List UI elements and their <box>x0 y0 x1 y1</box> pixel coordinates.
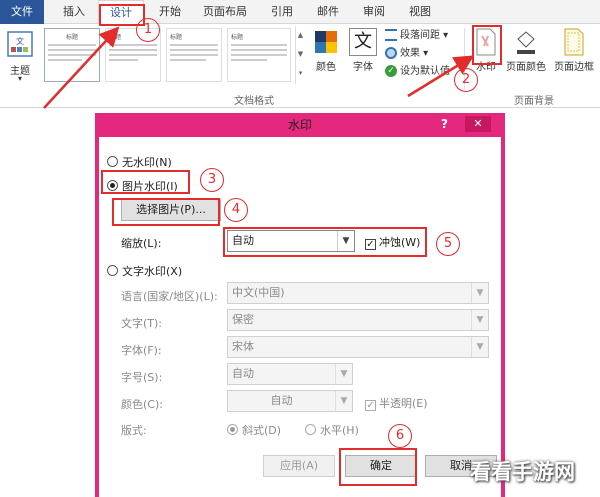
tab-insert[interactable]: 插入 <box>56 0 92 24</box>
fonts-icon: 文 <box>349 28 377 56</box>
theme-dropdown-icon: ▾ <box>17 74 22 83</box>
text-label: 文字(T): <box>121 317 163 330</box>
radio-icon[interactable] <box>305 424 316 435</box>
style-gallery-item[interactable]: 标题 <box>227 28 291 82</box>
chevron-down-icon[interactable]: ▼ <box>471 310 488 330</box>
language-value: 中文(中国) <box>232 286 285 299</box>
colors-button[interactable]: 颜色 <box>312 26 340 86</box>
step-number: 4 <box>224 198 248 222</box>
tab-page-layout[interactable]: 页面布局 <box>196 0 254 24</box>
horizontal-option[interactable]: 水平(H) <box>305 422 359 438</box>
size-label: 字号(S): <box>121 371 163 384</box>
fonts-button[interactable]: 文 字体 <box>347 26 379 86</box>
text-watermark-label: 文字水印(X) <box>122 265 183 278</box>
page-color-button[interactable]: 页面颜色 <box>504 26 548 86</box>
color-select[interactable]: 自动 ▼ <box>227 390 353 412</box>
gallery-down-icon[interactable]: ▼ <box>296 45 305 64</box>
effects-icon <box>385 47 397 59</box>
language-label: 语言(国家/地区)(L): <box>121 290 218 303</box>
paint-bucket-icon <box>517 31 535 54</box>
style-gallery-item-title: 标题 <box>65 34 78 41</box>
checkmark-circle-icon: ✓ <box>385 65 397 77</box>
language-select[interactable]: 中文(中国) ▼ <box>227 282 489 304</box>
highlight-picture-watermark <box>101 170 190 194</box>
paragraph-spacing-icon <box>385 29 397 41</box>
tab-file[interactable]: 文件 <box>0 0 44 24</box>
page-border-button[interactable]: 页面边框 <box>550 26 598 86</box>
step-number: 2 <box>454 68 478 92</box>
chevron-down-icon[interactable]: ▼ <box>335 391 352 411</box>
tab-mailings[interactable]: 邮件 <box>308 0 348 24</box>
theme-icon: 文 <box>7 31 33 57</box>
layout-label: 版式: <box>121 424 147 437</box>
diagonal-option[interactable]: 斜式(D) <box>227 422 281 438</box>
set-default-button[interactable]: ✓ 设为默认值 <box>385 64 450 80</box>
size-select[interactable]: 自动 ▼ <box>227 363 353 385</box>
ribbon-panel: 文 主题 ▾ 标题 标题 标题 标题 ▲ ▼ ▾ 颜色 文 字体 段落间距 ▾ … <box>0 24 600 108</box>
paragraph-spacing-button[interactable]: 段落间距 ▾ <box>385 28 448 44</box>
step-number: 3 <box>200 168 224 192</box>
gallery-more-icon[interactable]: ▾ <box>296 64 305 83</box>
style-gallery-item[interactable]: 标题 <box>44 28 100 82</box>
radio-icon[interactable] <box>107 265 118 276</box>
page-border-icon <box>564 28 584 56</box>
font-value: 宋体 <box>232 340 254 353</box>
style-gallery-item-title: 标题 <box>231 34 244 41</box>
horizontal-label: 水平(H) <box>320 424 359 437</box>
site-watermark: 看看手游网 <box>470 460 575 484</box>
step-number: 6 <box>388 424 412 448</box>
effects-button[interactable]: 效果 ▾ <box>385 46 428 62</box>
chevron-down-icon[interactable]: ▼ <box>335 364 352 384</box>
font-select[interactable]: 宋体 ▼ <box>227 336 489 358</box>
chevron-down-icon[interactable]: ▼ <box>471 283 488 303</box>
highlight-ok-button <box>339 448 417 486</box>
step-number: 1 <box>136 18 160 42</box>
page-color-label: 页面颜色 <box>506 62 546 73</box>
step-number: 5 <box>436 232 460 256</box>
checkbox-checked-icon[interactable]: ✓ <box>365 400 376 411</box>
gallery-scrollbar[interactable]: ▲ ▼ ▾ <box>295 26 305 84</box>
tab-references[interactable]: 引用 <box>262 0 302 24</box>
style-gallery-item[interactable]: 标题 <box>166 28 222 82</box>
highlight-scale-washout <box>223 227 427 257</box>
text-value: 保密 <box>232 313 254 326</box>
highlight-select-picture <box>112 198 220 226</box>
page-border-label: 页面边框 <box>554 62 594 73</box>
fonts-label: 字体 <box>353 62 373 73</box>
effects-label: 效果 <box>400 48 420 59</box>
group-label-page-background: 页面背景 <box>514 96 554 107</box>
paragraph-spacing-label: 段落间距 <box>400 30 440 41</box>
style-gallery-item-title: 标题 <box>170 34 183 41</box>
tab-review[interactable]: 审阅 <box>354 0 394 24</box>
semitransparent-label: 半透明(E) <box>379 397 428 410</box>
radio-icon[interactable] <box>107 156 118 167</box>
help-icon[interactable]: ? <box>441 117 448 131</box>
ribbon-tab-bar: 文件 插入 设计 开始 页面布局 引用 邮件 审阅 视图 <box>0 0 600 25</box>
group-label-doc-format: 文档格式 <box>234 96 274 107</box>
no-watermark-option[interactable]: 无水印(N) <box>107 154 172 170</box>
radio-selected-icon[interactable] <box>227 424 238 435</box>
chevron-down-icon[interactable]: ▼ <box>471 337 488 357</box>
apply-button[interactable]: 应用(A) <box>263 455 335 477</box>
colors-icon <box>315 31 337 53</box>
color-value: 自动 <box>270 394 293 407</box>
color-label: 颜色(C): <box>121 398 163 411</box>
scale-label: 缩放(L): <box>121 237 162 250</box>
text-select[interactable]: 保密 ▼ <box>227 309 489 331</box>
highlight-watermark-button <box>472 25 502 65</box>
no-watermark-label: 无水印(N) <box>122 156 172 169</box>
gallery-up-icon[interactable]: ▲ <box>296 26 305 45</box>
text-watermark-option[interactable]: 文字水印(X) <box>107 263 182 279</box>
colors-label: 颜色 <box>316 62 336 73</box>
tab-view[interactable]: 视图 <box>400 0 440 24</box>
font-label: 字体(F): <box>121 344 162 357</box>
set-default-label: 设为默认值 <box>400 66 450 77</box>
svg-text:文: 文 <box>16 36 24 46</box>
semitransparent-checkbox[interactable]: ✓ 半透明(E) <box>365 395 428 411</box>
diagonal-label: 斜式(D) <box>242 424 282 437</box>
close-icon[interactable]: ✕ <box>465 116 491 132</box>
size-value: 自动 <box>232 367 254 380</box>
theme-button[interactable]: 文 主题 ▾ <box>2 26 38 86</box>
